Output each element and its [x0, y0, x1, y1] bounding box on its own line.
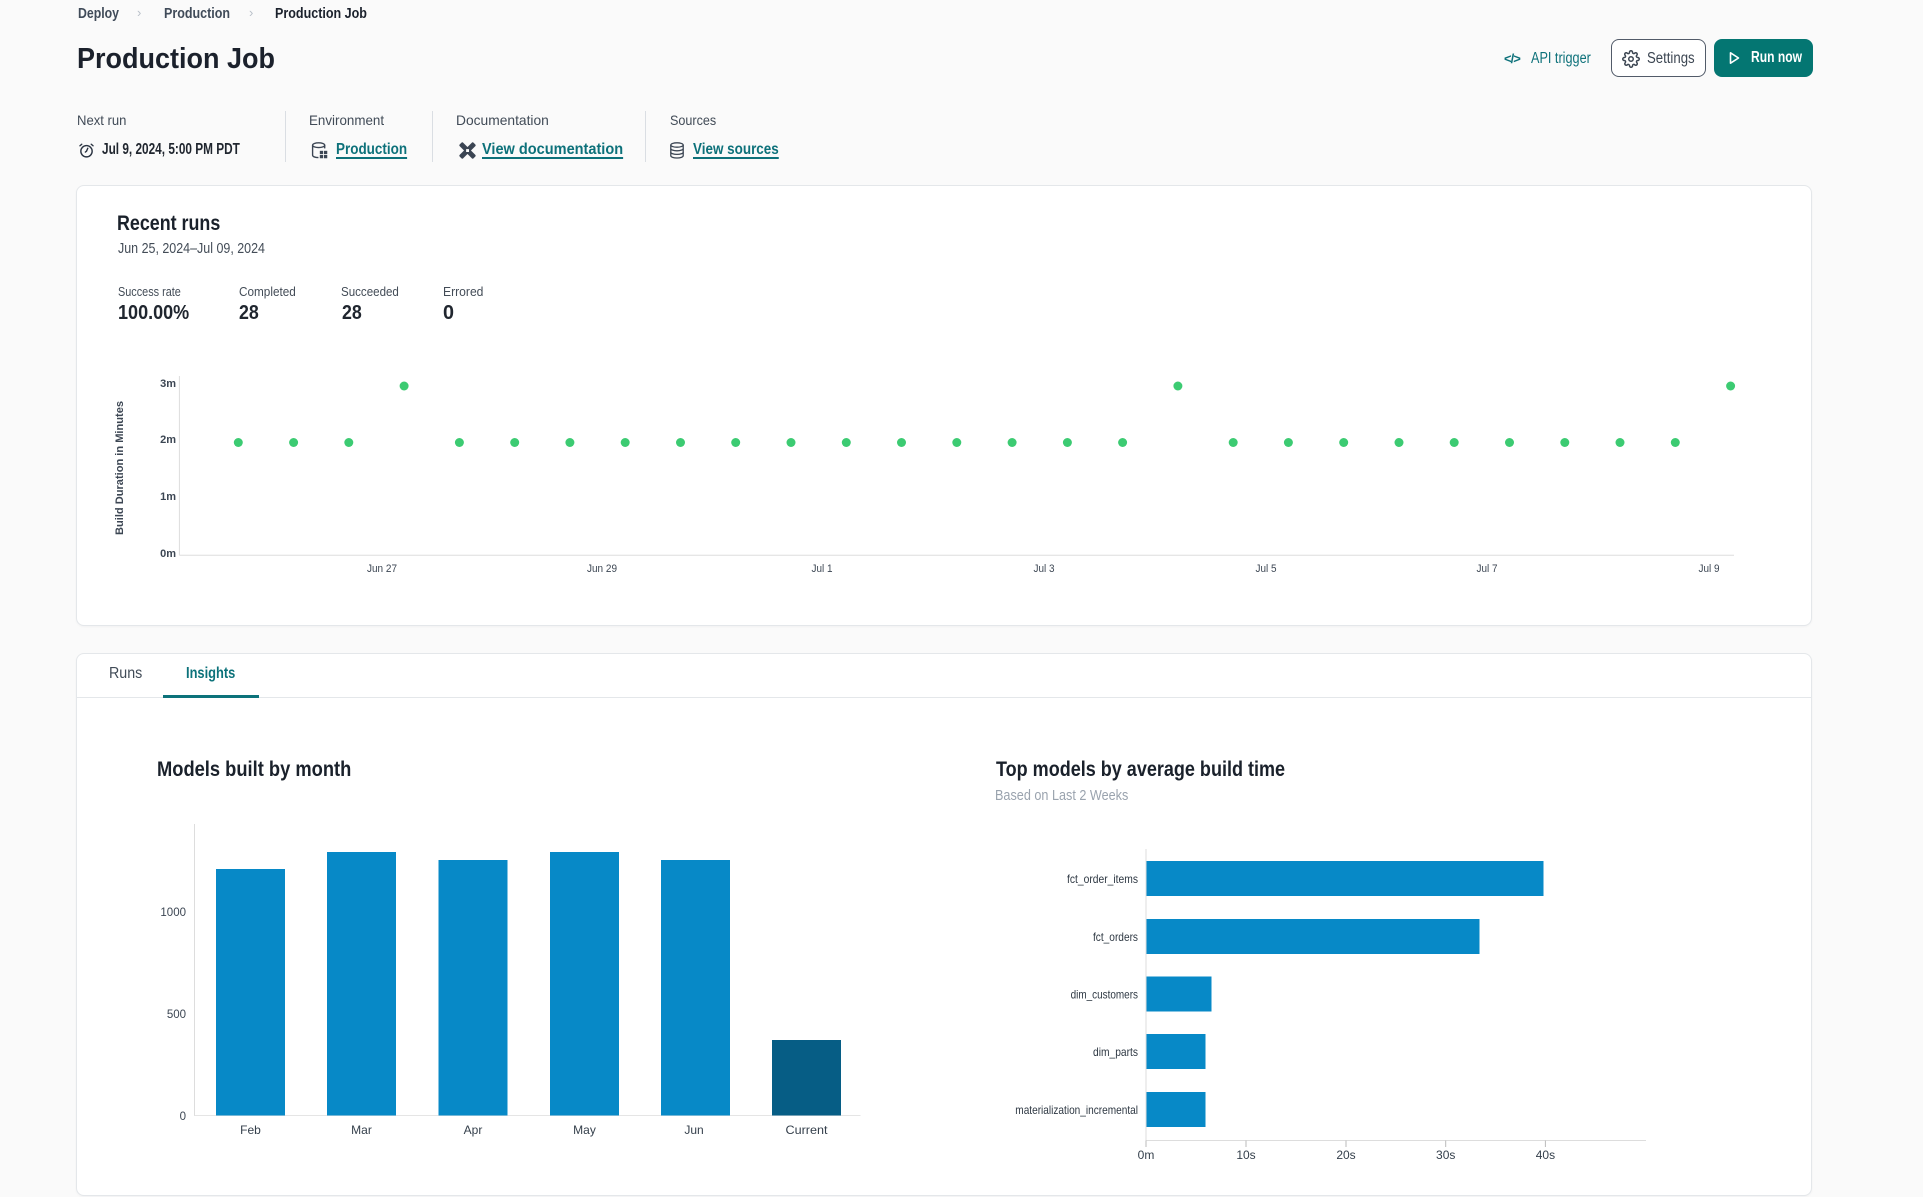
svg-text:0m: 0m	[1138, 1148, 1155, 1162]
svg-text:2m: 2m	[160, 434, 176, 446]
svg-text:Current: Current	[786, 1123, 829, 1137]
svg-text:500: 500	[167, 1009, 186, 1021]
svg-text:Jul 1: Jul 1	[812, 563, 833, 575]
svg-text:Build Duration in Minutes: Build Duration in Minutes	[114, 401, 126, 535]
svg-text:Jun 27: Jun 27	[367, 563, 397, 575]
svg-text:Apr: Apr	[464, 1123, 483, 1137]
svg-text:1m: 1m	[160, 491, 176, 503]
svg-text:Jun: Jun	[684, 1123, 703, 1137]
svg-text:40s: 40s	[1536, 1148, 1555, 1162]
svg-text:Jul 3: Jul 3	[1034, 563, 1055, 575]
svg-text:fct_order_items: fct_order_items	[1067, 872, 1138, 886]
svg-text:fct_orders: fct_orders	[1093, 930, 1138, 944]
svg-text:materialization_incremental: materialization_incremental	[1015, 1103, 1138, 1117]
svg-text:May: May	[573, 1123, 596, 1137]
svg-text:0: 0	[180, 1111, 186, 1123]
svg-text:dim_customers: dim_customers	[1071, 988, 1138, 1002]
svg-text:10s: 10s	[1236, 1148, 1255, 1162]
svg-text:Jul 9: Jul 9	[1699, 563, 1720, 575]
svg-text:1000: 1000	[160, 907, 186, 919]
svg-text:Mar: Mar	[351, 1123, 372, 1137]
svg-text:20s: 20s	[1336, 1148, 1355, 1162]
svg-text:3m: 3m	[160, 378, 176, 390]
svg-text:dim_parts: dim_parts	[1093, 1045, 1138, 1059]
svg-text:Jul 7: Jul 7	[1477, 563, 1498, 575]
svg-text:Jun 29: Jun 29	[587, 563, 617, 575]
svg-text:30s: 30s	[1436, 1148, 1455, 1162]
svg-text:Jul 5: Jul 5	[1256, 563, 1277, 575]
svg-text:Feb: Feb	[240, 1123, 261, 1137]
svg-text:0m: 0m	[160, 548, 176, 560]
